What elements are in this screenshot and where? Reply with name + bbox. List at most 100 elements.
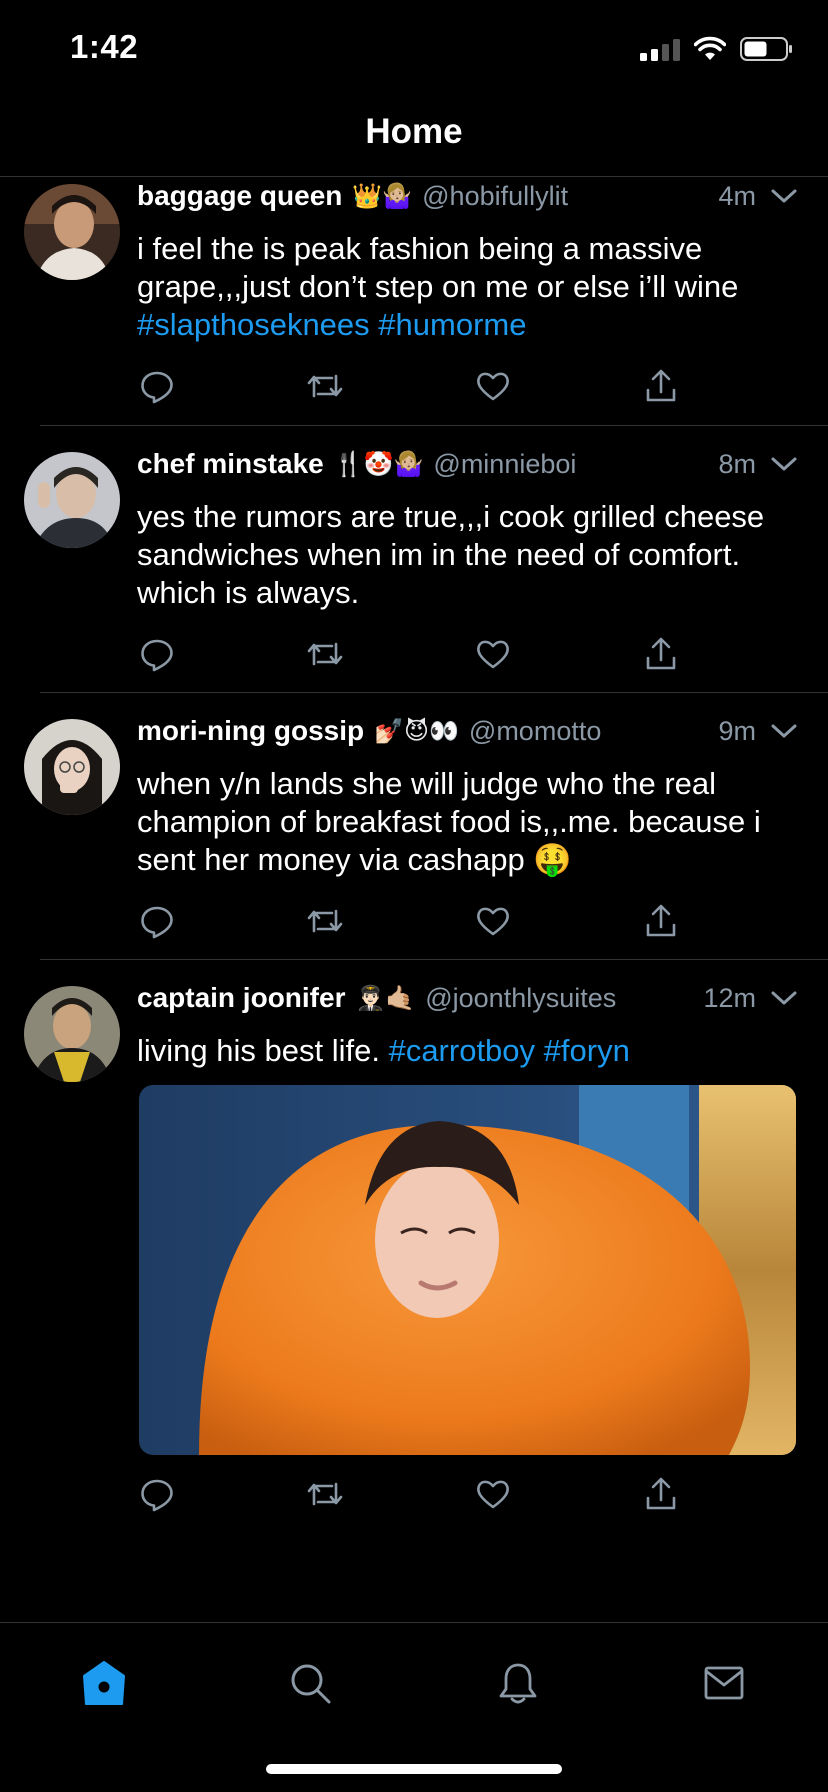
status-time: 1:42 [70, 28, 139, 65]
display-name[interactable]: captain joonifer [137, 982, 345, 1014]
tweet-actions [137, 1474, 697, 1514]
tab-search[interactable] [280, 1653, 340, 1713]
hashtag[interactable]: #foryn [544, 1033, 630, 1068]
tweet-body: i feel the is peak fashion being a massi… [137, 231, 739, 304]
name-emojis: 💅🏻😈👀 [374, 717, 459, 745]
display-name[interactable]: baggage queen [137, 180, 342, 212]
handle[interactable]: @momotto [469, 716, 601, 747]
retweet-icon [307, 642, 343, 666]
share-icon [646, 369, 676, 402]
wifi-icon [694, 36, 726, 60]
retweet-button[interactable] [305, 1474, 345, 1514]
chevron-down-icon[interactable] [770, 719, 798, 743]
display-name[interactable]: chef minstake [137, 448, 324, 480]
share-icon [646, 637, 676, 670]
reply-button[interactable] [137, 634, 177, 674]
retweet-icon [307, 374, 343, 398]
handle[interactable]: @minnieboi [433, 449, 576, 480]
retweet-button[interactable] [305, 901, 345, 941]
share-button[interactable] [641, 1474, 681, 1514]
tweet-actions [137, 901, 697, 941]
chevron-down-icon[interactable] [770, 452, 798, 476]
tweet[interactable]: mori-ning gossip 💅🏻😈👀 @momotto 9m when y… [0, 711, 828, 961]
tweet-body: yes the rumors are true,,,i cook grilled… [137, 499, 765, 610]
heart-icon [477, 1480, 509, 1509]
screen: 1:42 Home [0, 0, 828, 1792]
battery-icon [740, 37, 792, 61]
reply-button[interactable] [137, 901, 177, 941]
tweet-text: when y/n lands she will judge who the re… [137, 765, 798, 879]
tweet-actions [137, 634, 697, 674]
tweet-time: 12m [703, 982, 756, 1013]
reply-button[interactable] [137, 1474, 177, 1514]
name-emojis: 🍴🤡🤷🏼‍♀️ [333, 450, 424, 478]
avatar[interactable] [24, 719, 120, 815]
name-emojis: 👑🤷🏼‍♀️ [352, 182, 413, 210]
heart-icon [477, 372, 509, 401]
search-icon [291, 1664, 331, 1704]
retweet-icon [307, 909, 343, 933]
divider [40, 692, 828, 693]
home-indicator[interactable] [266, 1764, 562, 1774]
handle[interactable]: @joonthlysuites [425, 983, 616, 1014]
like-button[interactable] [473, 901, 513, 941]
reply-icon [141, 1479, 173, 1512]
tweet-header: mori-ning gossip 💅🏻😈👀 @momotto 9m [137, 711, 798, 751]
page-title: Home [365, 112, 463, 151]
reply-icon [141, 371, 173, 404]
tweet[interactable]: baggage queen 👑🤷🏼‍♀️ @hobifullylit 4m i … [0, 176, 828, 426]
bell-icon [499, 1663, 537, 1704]
retweet-button[interactable] [305, 366, 345, 406]
hashtag[interactable]: #humorme [378, 307, 526, 342]
divider [40, 959, 828, 960]
share-icon [646, 1477, 676, 1510]
tweet-text: living his best life. #carrotboy #foryn [137, 1032, 798, 1070]
tweet-time: 9m [718, 715, 756, 746]
divider [40, 425, 828, 426]
handle[interactable]: @hobifullylit [422, 181, 568, 212]
status-icons [640, 36, 794, 62]
chevron-down-icon[interactable] [770, 184, 798, 208]
tweet-body: living his best life. [137, 1033, 380, 1068]
display-name[interactable]: mori-ning gossip [137, 715, 364, 747]
retweet-icon [307, 1482, 343, 1506]
status-bar: 1:42 [0, 0, 828, 100]
share-icon [646, 904, 676, 937]
tab-messages[interactable] [694, 1653, 754, 1713]
tweet-time: 4m [718, 180, 756, 211]
like-button[interactable] [473, 366, 513, 406]
tweet-media-image[interactable] [139, 1085, 796, 1455]
hashtag[interactable]: #slapthoseknees [137, 307, 370, 342]
name-emojis: 👨🏻‍✈️🤙🏼 [355, 984, 416, 1012]
tweet-header: captain joonifer 👨🏻‍✈️🤙🏼 @joonthlysuites… [137, 978, 798, 1018]
tweet[interactable]: captain joonifer 👨🏻‍✈️🤙🏼 @joonthlysuites… [0, 978, 828, 1512]
avatar[interactable] [24, 986, 120, 1082]
tweet-actions [137, 366, 697, 406]
home-icon [83, 1661, 125, 1705]
share-button[interactable] [641, 634, 681, 674]
header: Home [0, 100, 828, 177]
heart-icon [477, 640, 509, 669]
tweet-time: 8m [718, 448, 756, 479]
like-button[interactable] [473, 634, 513, 674]
share-button[interactable] [641, 366, 681, 406]
tab-home[interactable] [74, 1653, 134, 1713]
tweet-text: yes the rumors are true,,,i cook grilled… [137, 498, 798, 612]
reply-button[interactable] [137, 366, 177, 406]
tweet-header: baggage queen 👑🤷🏼‍♀️ @hobifullylit 4m [137, 176, 798, 216]
tweet-header: chef minstake 🍴🤡🤷🏼‍♀️ @minnieboi 8m [137, 444, 798, 484]
tweet-body: when y/n lands she will judge who the re… [137, 766, 761, 877]
like-button[interactable] [473, 1474, 513, 1514]
tweet[interactable]: chef minstake 🍴🤡🤷🏼‍♀️ @minnieboi 8m yes … [0, 444, 828, 694]
retweet-button[interactable] [305, 634, 345, 674]
share-button[interactable] [641, 901, 681, 941]
tab-notifications[interactable] [488, 1653, 548, 1713]
hashtag[interactable]: #carrotboy [389, 1033, 535, 1068]
cellular-signal-icon [640, 37, 680, 61]
avatar[interactable] [24, 452, 120, 548]
tweet-text: i feel the is peak fashion being a massi… [137, 230, 798, 344]
avatar[interactable] [24, 184, 120, 280]
mail-icon [704, 1666, 744, 1700]
reply-icon [141, 906, 173, 939]
chevron-down-icon[interactable] [770, 986, 798, 1010]
